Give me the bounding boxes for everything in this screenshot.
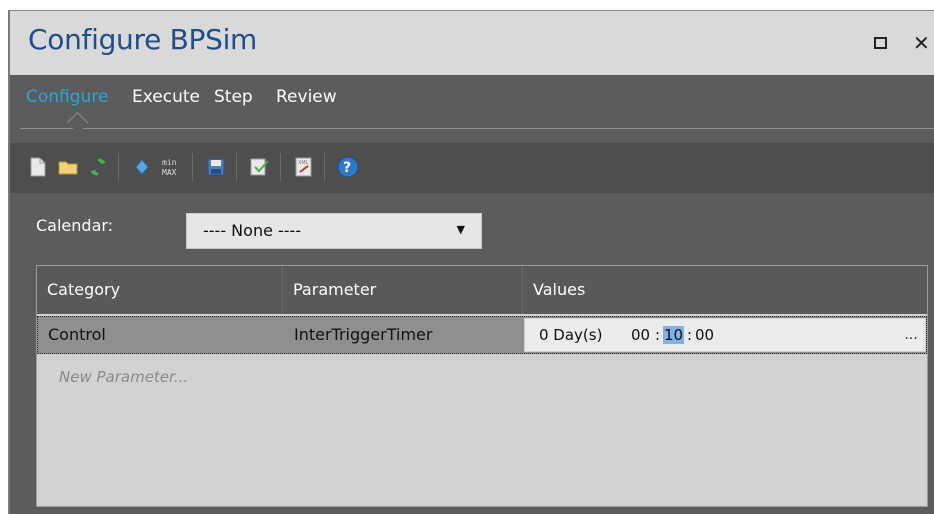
svg-text:XML: XML <box>298 160 309 166</box>
save-icon[interactable] <box>202 153 230 181</box>
svg-text:?: ? <box>343 160 351 176</box>
tab-execute[interactable]: Execute <box>132 87 200 107</box>
configure-bpsim-window: Configure BPSim ✕ Configure Execute Step… <box>8 10 934 514</box>
column-header-values[interactable]: Values <box>523 266 927 314</box>
min-max-icon[interactable]: min MAX <box>158 153 186 181</box>
toolbar-separator <box>192 153 193 181</box>
time-separator: : <box>687 326 693 344</box>
new-parameter-placeholder[interactable]: New Parameter... <box>59 368 188 386</box>
column-header-category[interactable]: Category <box>37 266 283 314</box>
column-header-parameter[interactable]: Parameter <box>283 266 523 314</box>
new-document-icon[interactable] <box>24 153 52 181</box>
export-xml-icon[interactable]: XML <box>290 153 318 181</box>
title-bar: Configure BPSim ✕ <box>10 11 934 76</box>
restore-button[interactable] <box>874 37 887 49</box>
calendar-select[interactable]: ---- None ---- ▼ <box>186 213 482 249</box>
table-row[interactable]: Control InterTriggerTimer 0 Day(s) 00 : … <box>37 316 927 354</box>
value-days[interactable]: 0 Day(s) <box>539 326 602 344</box>
tab-configure[interactable]: Configure <box>26 87 108 107</box>
cell-values-editor[interactable]: 0 Day(s) 00 : 10 : 00 ... <box>524 318 926 352</box>
svg-text:min: min <box>162 158 177 167</box>
toolbar-separator <box>236 153 237 181</box>
chevron-down-icon: ▼ <box>456 223 465 236</box>
validate-icon[interactable] <box>246 153 274 181</box>
toolbar-separator <box>324 153 325 181</box>
close-button[interactable]: ✕ <box>913 31 930 55</box>
tab-step[interactable]: Step <box>214 87 253 107</box>
toolbar-separator <box>118 153 119 181</box>
value-seconds[interactable]: 00 <box>695 326 714 344</box>
toolbar-separator <box>280 153 281 181</box>
parameter-grid: Category Parameter Values Control InterT… <box>36 265 928 507</box>
value-minutes[interactable]: 10 <box>663 326 685 344</box>
calendar-selected-value: ---- None ---- <box>203 221 302 240</box>
cell-category: Control <box>48 325 106 344</box>
value-hours[interactable]: 00 <box>631 326 650 344</box>
parameter-icon[interactable] <box>128 153 156 181</box>
calendar-label: Calendar: <box>36 216 114 235</box>
refresh-icon[interactable] <box>84 153 112 181</box>
toolbar: min MAX XML ? <box>10 143 934 193</box>
ellipsis-button[interactable]: ... <box>899 323 923 347</box>
tab-bar: Configure Execute Step Review <box>10 75 934 127</box>
tab-underline <box>20 128 934 129</box>
window-title: Configure BPSim <box>28 23 258 56</box>
grid-header: Category Parameter Values <box>37 266 927 314</box>
tab-review[interactable]: Review <box>276 87 337 107</box>
svg-text:MAX: MAX <box>162 168 177 177</box>
time-separator: : <box>655 326 661 344</box>
cell-parameter: InterTriggerTimer <box>294 325 433 344</box>
help-icon[interactable]: ? <box>334 153 362 181</box>
open-folder-icon[interactable] <box>54 153 82 181</box>
